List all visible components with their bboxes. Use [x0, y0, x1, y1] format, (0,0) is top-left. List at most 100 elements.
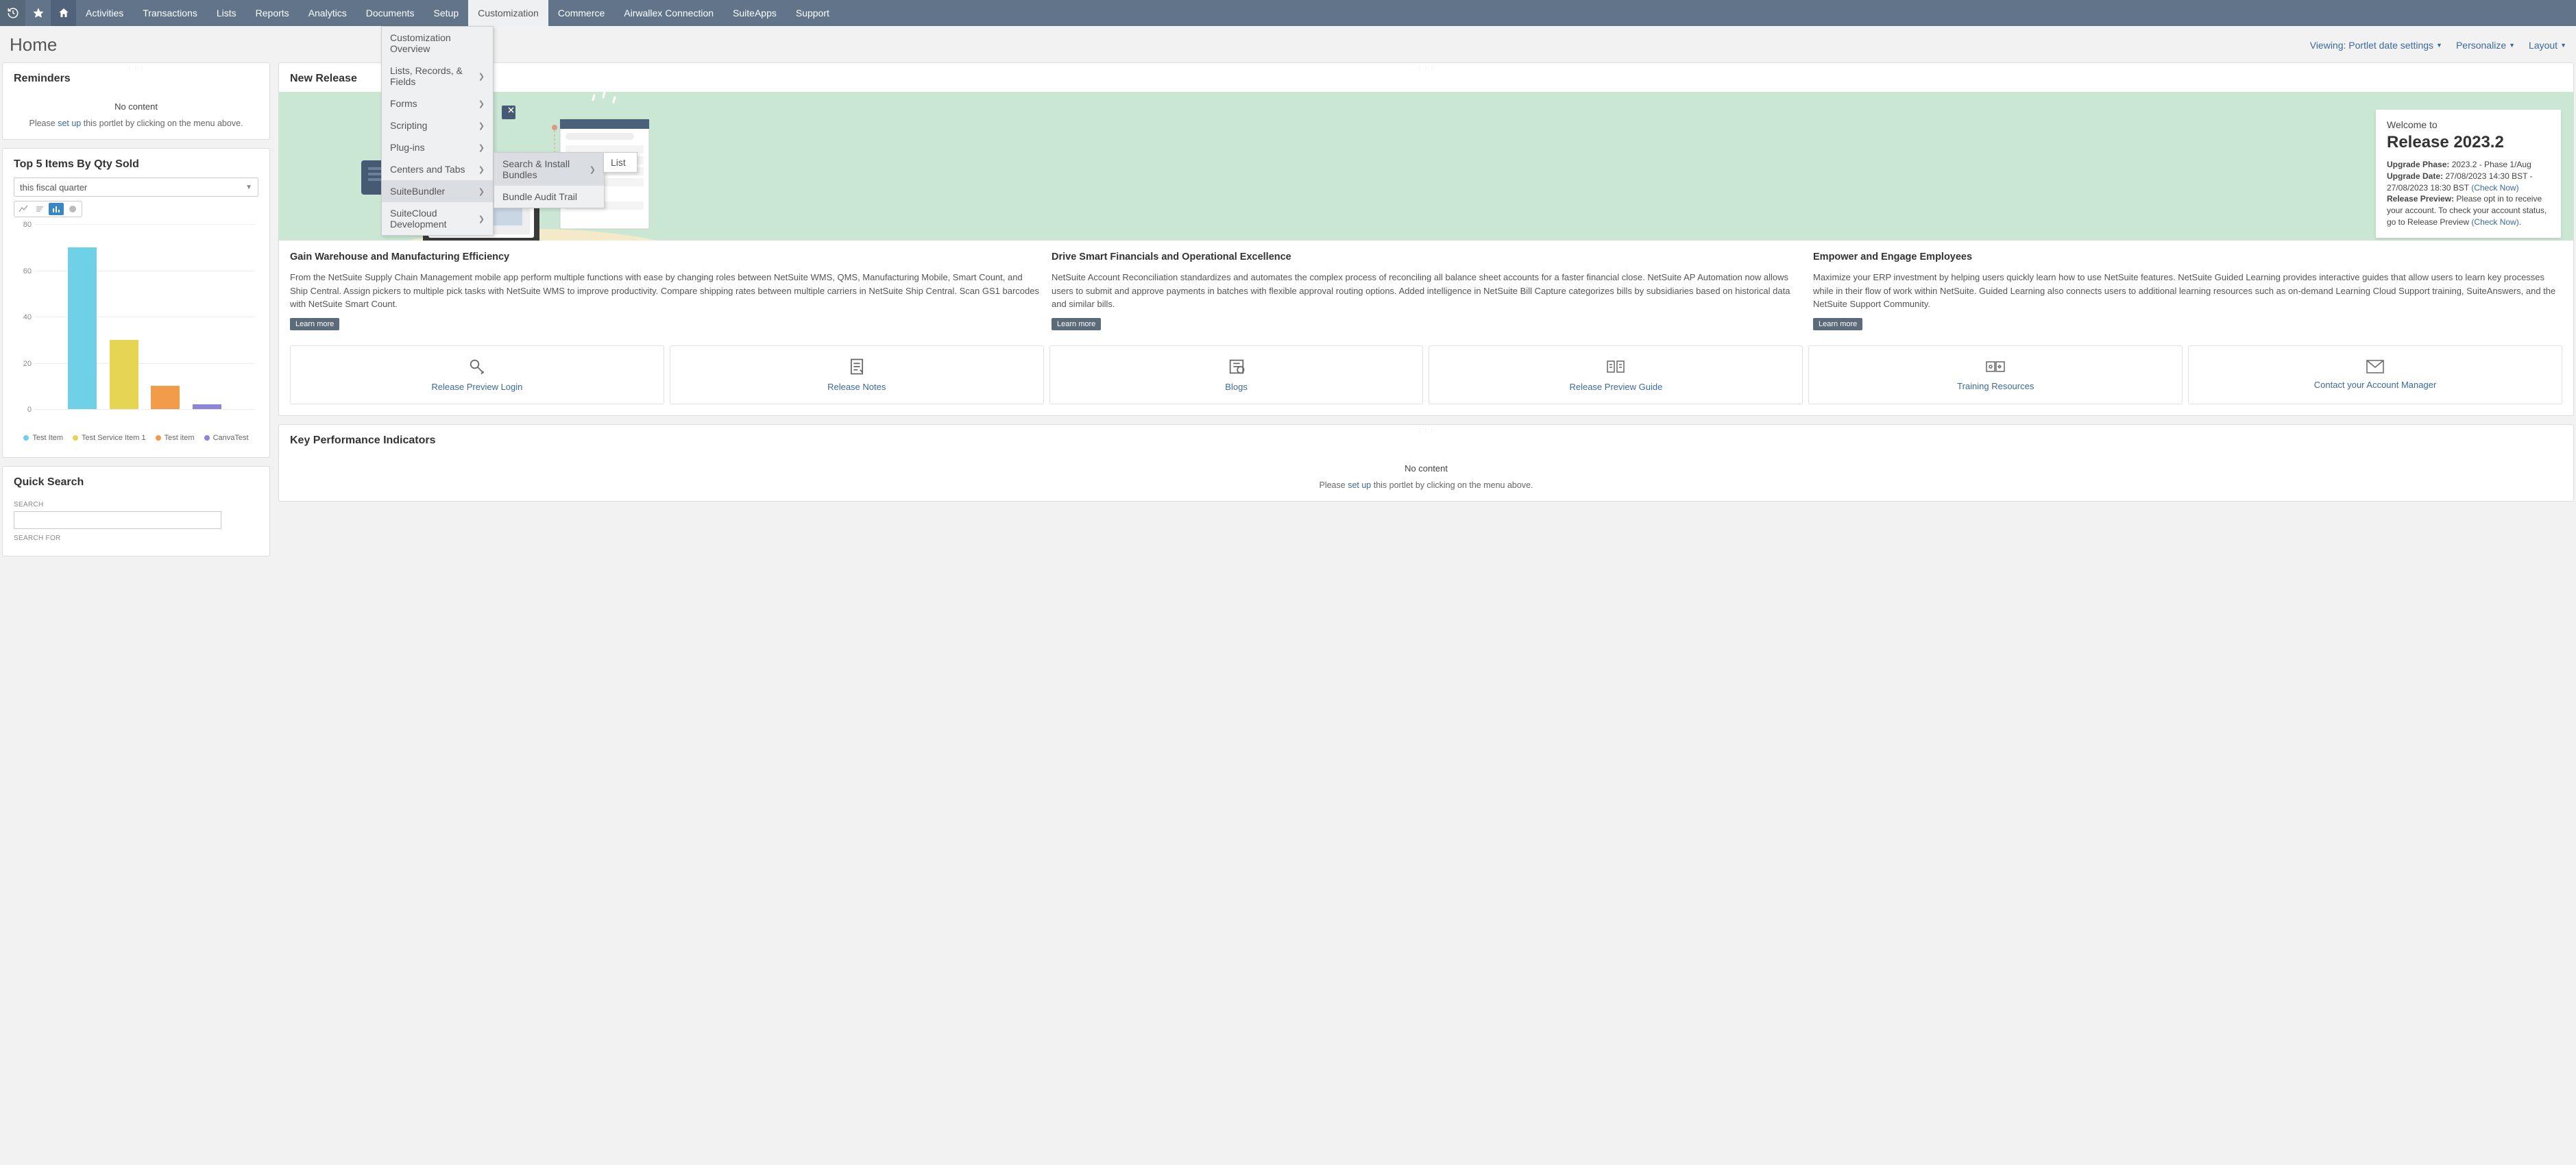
search-install-submenu[interactable]: List	[603, 152, 637, 173]
nav-transactions[interactable]: Transactions	[133, 0, 207, 26]
release-columns: Gain Warehouse and Manufacturing Efficie…	[279, 241, 2573, 337]
legend-item: Test item	[156, 434, 195, 442]
nav-airwallex[interactable]: Airwallex Connection	[614, 0, 723, 26]
release-tile[interactable]: Training Resources	[1808, 345, 2183, 404]
check-now-link[interactable]: (Check Now)	[2471, 183, 2518, 193]
chart-bar	[193, 404, 221, 409]
search-input[interactable]	[14, 511, 221, 529]
top-items-title: Top 5 Items By Qty Sold	[3, 149, 269, 177]
tile-label: Blogs	[1225, 382, 1248, 392]
release-tile[interactable]: Blogs	[1049, 345, 1424, 404]
kpi-portlet: ⋮⋮⋮ Key Performance Indicators No conten…	[278, 424, 2574, 502]
menu-item[interactable]: Centers and Tabs❯	[382, 158, 493, 180]
menu-item[interactable]: Lists, Records, & Fields❯	[382, 60, 493, 93]
history-icon[interactable]	[0, 0, 25, 26]
tile-label: Training Resources	[1957, 381, 2034, 391]
set-up-link[interactable]: set up	[58, 119, 81, 128]
release-col-heading: Empower and Engage Employees	[1813, 252, 2562, 262]
nav-reports[interactable]: Reports	[246, 0, 299, 26]
nav-setup[interactable]: Setup	[424, 0, 469, 26]
submenu-item[interactable]: Search & Install Bundles❯	[494, 153, 604, 186]
release-column: Drive Smart Financials and Operational E…	[1052, 252, 1801, 330]
check-now-link[interactable]: (Check Now)	[2471, 217, 2518, 227]
nav-suiteapps[interactable]: SuiteApps	[723, 0, 786, 26]
pie-chart-icon[interactable]	[65, 203, 80, 215]
set-up-link[interactable]: set up	[1348, 480, 1371, 490]
release-name: Release 2023.2	[2387, 133, 2550, 152]
kpi-msg: Please set up this portlet by clicking o…	[290, 480, 2562, 490]
tile-label: Contact your Account Manager	[2314, 380, 2437, 390]
tile-label: Release Preview Login	[431, 382, 522, 392]
chart-bar	[68, 247, 97, 409]
menu-item[interactable]: Forms❯	[382, 93, 493, 114]
release-col-text: Maximize your ERP investment by helping …	[1813, 271, 2562, 311]
nav-analytics[interactable]: Analytics	[299, 0, 356, 26]
no-content-label: No content	[290, 454, 2562, 480]
suitebundler-submenu: Search & Install Bundles❯Bundle Audit Tr…	[494, 152, 605, 208]
release-info-card: Welcome to Release 2023.2 Upgrade Phase:…	[2376, 110, 2561, 238]
release-tile[interactable]: Release Preview Login	[290, 345, 664, 404]
chart-bar	[151, 386, 180, 409]
star-icon[interactable]	[25, 0, 51, 26]
reminders-portlet: ⋮⋮⋮ Reminders No content Please set up t…	[2, 62, 270, 140]
release-tile[interactable]: Release Notes	[670, 345, 1044, 404]
welcome-text: Welcome to	[2387, 119, 2550, 130]
nav-documents[interactable]: Documents	[356, 0, 424, 26]
right-column: ⋮⋮⋮ New Release	[278, 62, 2574, 556]
nav-commerce[interactable]: Commerce	[548, 0, 614, 26]
release-tile[interactable]: Release Preview Guide	[1429, 345, 1803, 404]
period-select[interactable]: this fiscal quarter▼	[14, 177, 258, 197]
menu-item[interactable]: SuiteBundler❯	[382, 180, 493, 202]
menu-item[interactable]: Plug-ins❯	[382, 136, 493, 158]
reminders-msg: Please set up this portlet by clicking o…	[14, 119, 258, 128]
chart-bar	[110, 340, 138, 409]
tile-label: Release Preview Guide	[1569, 382, 1662, 392]
list-icon[interactable]	[32, 203, 47, 215]
legend-item: Test Service Item 1	[73, 434, 146, 442]
bar-chart-icon[interactable]	[49, 203, 64, 215]
release-col-heading: Drive Smart Financials and Operational E…	[1052, 252, 1801, 262]
release-tile[interactable]: Contact your Account Manager	[2188, 345, 2562, 404]
top-nav: Activities Transactions Lists Reports An…	[0, 0, 2576, 26]
tile-icon	[1605, 357, 1626, 376]
drag-handle-icon[interactable]: ⋮⋮⋮	[127, 66, 145, 72]
top-items-portlet: Top 5 Items By Qty Sold this fiscal quar…	[2, 148, 270, 458]
nav-support[interactable]: Support	[786, 0, 839, 26]
tile-label: Release Notes	[827, 382, 886, 392]
quick-search-portlet: Quick Search SEARCH SEARCH FOR	[2, 466, 270, 556]
submenu-item[interactable]: Bundle Audit Trail	[494, 186, 604, 208]
tile-icon	[847, 357, 866, 376]
line-chart-icon[interactable]	[16, 203, 31, 215]
no-content-label: No content	[14, 92, 258, 119]
left-column: ⋮⋮⋮ Reminders No content Please set up t…	[2, 62, 270, 556]
learn-more-button[interactable]: Learn more	[1052, 318, 1101, 330]
viewing-selector[interactable]: Viewing: Portlet date settings ▼	[2310, 40, 2442, 51]
legend-item: CanvaTest	[204, 434, 249, 442]
learn-more-button[interactable]: Learn more	[290, 318, 339, 330]
customization-dropdown: Customization OverviewLists, Records, & …	[381, 26, 494, 236]
release-col-heading: Gain Warehouse and Manufacturing Efficie…	[290, 252, 1039, 262]
menu-item[interactable]: SuiteCloud Development❯	[382, 202, 493, 235]
nav-customization[interactable]: Customization	[468, 0, 548, 26]
nav-activities[interactable]: Activities	[76, 0, 133, 26]
personalize-button[interactable]: Personalize ▼	[2456, 40, 2515, 51]
home-icon[interactable]	[51, 0, 76, 26]
search-for-label: SEARCH FOR	[14, 535, 258, 542]
release-col-text: NetSuite Account Reconciliation standard…	[1052, 271, 1801, 311]
menu-item[interactable]: Scripting❯	[382, 114, 493, 136]
tile-icon	[2366, 359, 2385, 374]
page-title: Home	[10, 34, 57, 56]
nav-lists[interactable]: Lists	[207, 0, 246, 26]
layout-button[interactable]: Layout ▼	[2529, 40, 2566, 51]
drag-handle-icon[interactable]: ⋮⋮⋮	[1417, 428, 1435, 434]
chart-area: 020406080	[14, 224, 258, 430]
header-actions: Viewing: Portlet date settings ▼ Persona…	[2310, 40, 2566, 51]
tile-icon	[1227, 357, 1246, 376]
menu-item[interactable]: Customization Overview	[382, 27, 493, 60]
legend-item: Test Item	[23, 434, 63, 442]
release-col-text: From the NetSuite Supply Chain Managemen…	[290, 271, 1039, 311]
release-column: Gain Warehouse and Manufacturing Efficie…	[290, 252, 1039, 330]
release-column: Empower and Engage Employees Maximize you…	[1813, 252, 2562, 330]
learn-more-button[interactable]: Learn more	[1813, 318, 1862, 330]
drag-handle-icon[interactable]: ⋮⋮⋮	[1417, 66, 1435, 72]
